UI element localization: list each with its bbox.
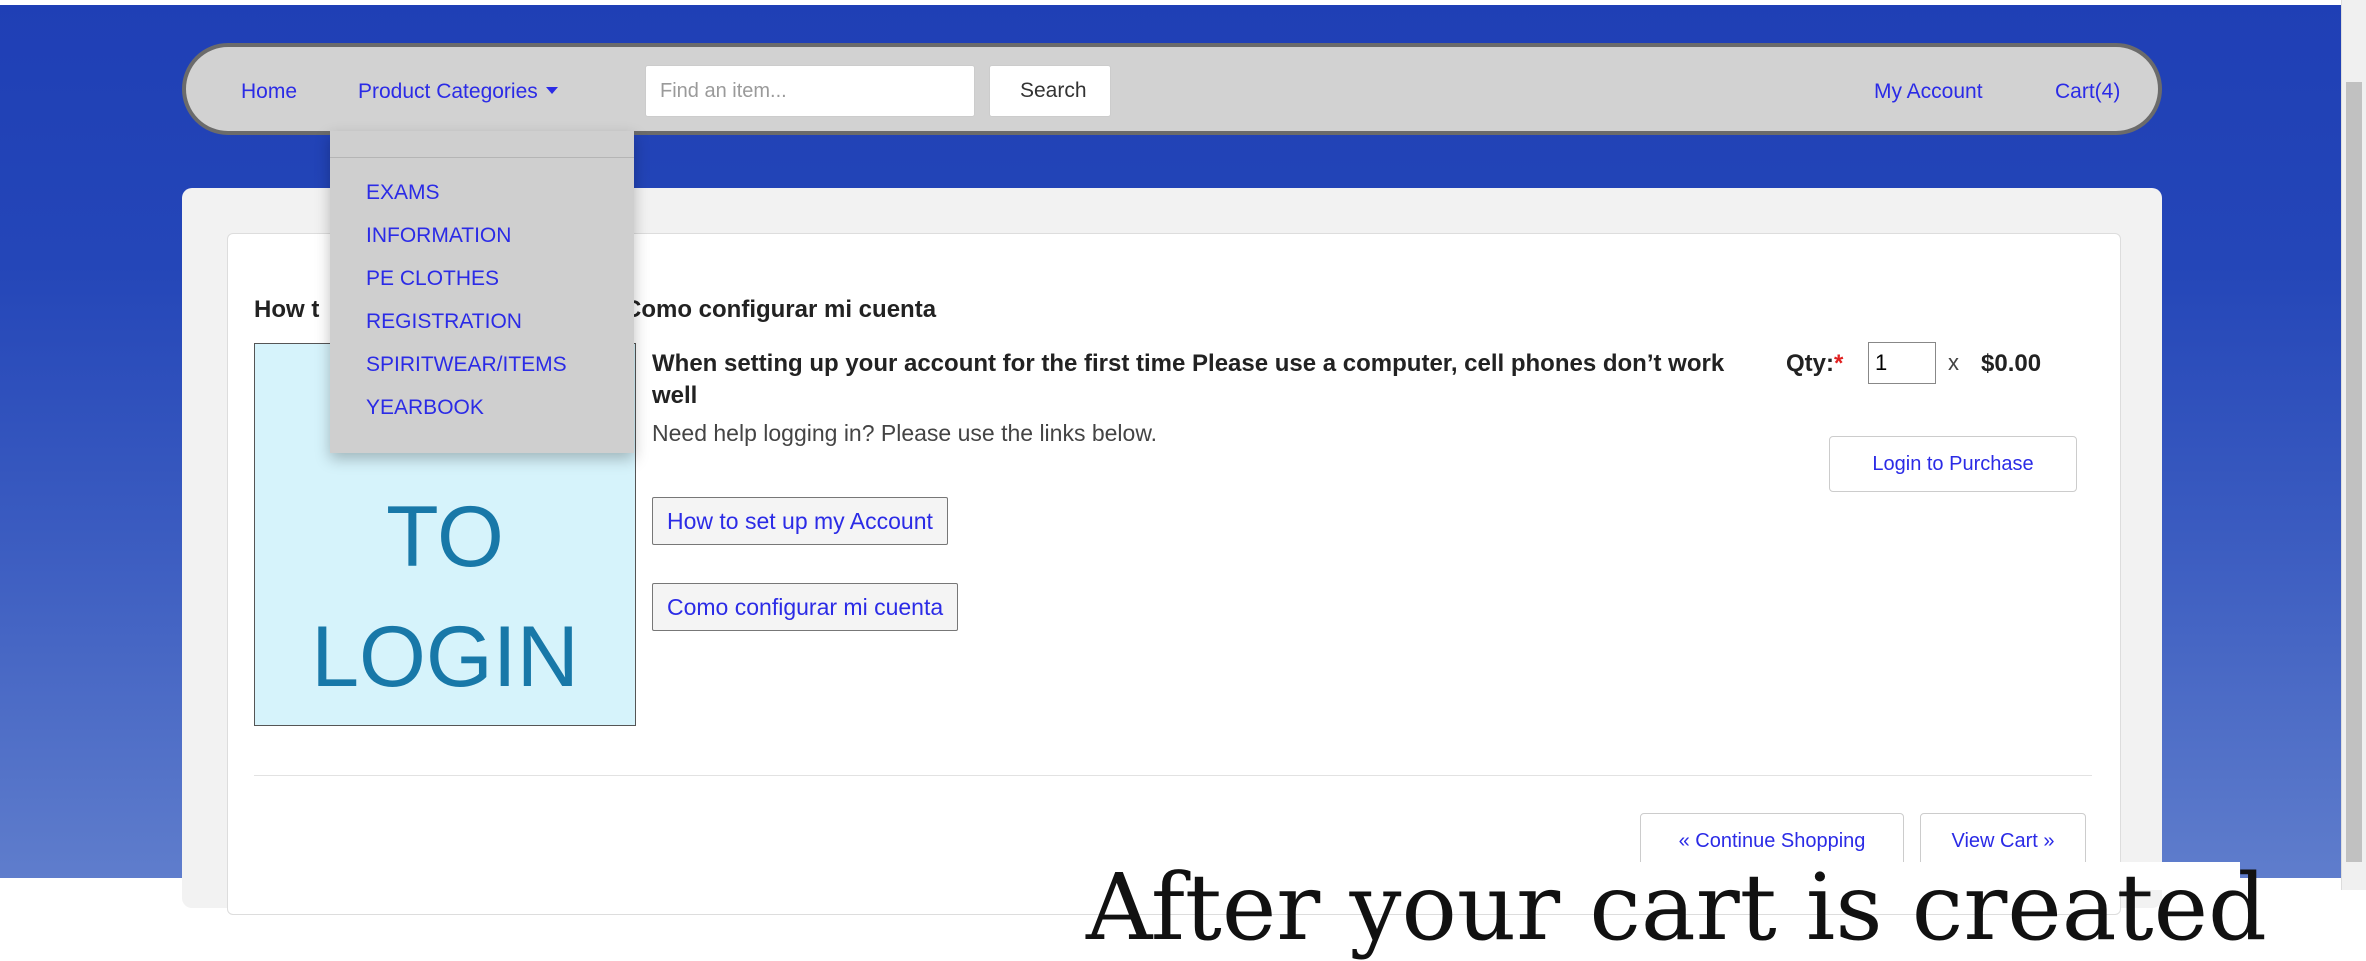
scrollbar-thumb[interactable]	[2346, 82, 2362, 862]
nav-product-categories[interactable]: Product Categories	[358, 80, 558, 104]
dropdown-item-information[interactable]: INFORMATION	[366, 224, 511, 248]
product-heading-right: Como configurar mi cuenta	[624, 296, 937, 323]
categories-dropdown: EXAMS INFORMATION PE CLOTHES REGISTRATIO…	[330, 131, 634, 453]
search-button[interactable]: Search	[989, 65, 1111, 117]
qty-multiply: x	[1948, 350, 1959, 375]
como-configurar-button[interactable]: Como configurar mi cuenta	[652, 583, 959, 631]
nav-product-categories-label: Product Categories	[358, 80, 538, 103]
how-to-setup-button[interactable]: How to set up my Account	[652, 497, 948, 545]
login-to-purchase-button[interactable]: Login to Purchase	[1829, 436, 2077, 492]
vertical-scrollbar[interactable]	[2341, 0, 2366, 890]
navbar: Home Product Categories Search My Accoun…	[182, 43, 2162, 135]
qty-label-text: Qty:	[1786, 350, 1834, 377]
dropdown-item-pe-clothes[interactable]: PE CLOTHES	[366, 267, 499, 291]
nav-my-account[interactable]: My Account	[1874, 80, 1983, 104]
dropdown-divider	[330, 157, 634, 158]
search-input[interactable]	[645, 65, 975, 117]
dropdown-item-spiritwear[interactable]: SPIRITWEAR/ITEMS	[366, 353, 567, 377]
divider	[254, 775, 2092, 776]
nav-cart[interactable]: Cart(4)	[2055, 80, 2120, 104]
nav-home-link[interactable]: Home	[241, 80, 297, 104]
caret-down-icon	[545, 87, 558, 94]
qty-label: Qty:*	[1786, 350, 1843, 378]
dropdown-item-registration[interactable]: REGISTRATION	[366, 310, 522, 334]
price: $0.00	[1981, 350, 2042, 377]
dropdown-item-yearbook[interactable]: YEARBOOK	[366, 396, 484, 420]
dropdown-item-exams[interactable]: EXAMS	[366, 181, 440, 205]
image-text-line: LOGIN	[311, 609, 579, 705]
qty-input[interactable]	[1868, 342, 1936, 384]
product-title: When setting up your account for the fir…	[652, 350, 1725, 409]
top-strip	[0, 0, 2366, 5]
overlay-caption: After your cart is created	[1086, 854, 2267, 961]
required-mark: *	[1834, 350, 1844, 377]
product-subtitle: Need help logging in? Please use the lin…	[652, 420, 1158, 446]
image-text-line: TO	[386, 489, 504, 585]
product-heading-left: How t	[254, 296, 320, 323]
